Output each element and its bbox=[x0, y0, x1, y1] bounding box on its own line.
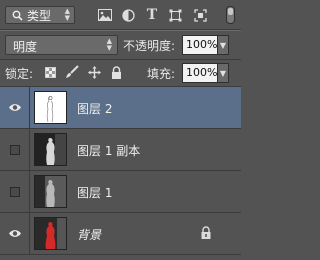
spinner-arrows-icon: ▲ ▼ bbox=[106, 37, 112, 52]
lock-icon bbox=[201, 226, 211, 239]
hidden-visibility-box bbox=[9, 186, 20, 197]
layer-thumbnail[interactable] bbox=[34, 175, 67, 208]
text-layer-filter-icon[interactable]: T bbox=[143, 6, 161, 24]
search-icon bbox=[10, 10, 24, 21]
opacity-label: 不透明度: bbox=[123, 39, 176, 53]
layer-row[interactable]: 图层 1 bbox=[0, 171, 241, 213]
blend-mode-select[interactable]: 明度 ▲ ▼ bbox=[5, 35, 118, 55]
filter-toggle-switch[interactable] bbox=[226, 6, 235, 24]
eye-icon bbox=[8, 104, 21, 111]
layer-row[interactable]: 背景 bbox=[0, 213, 241, 255]
lock-label: 锁定: bbox=[5, 67, 34, 81]
layer-name[interactable]: 图层 1 副本 bbox=[77, 142, 140, 159]
visibility-toggle[interactable] bbox=[0, 87, 30, 128]
opacity-dropdown-button[interactable]: ▼ bbox=[218, 35, 229, 55]
layer-row[interactable]: 图层 1 副本 bbox=[0, 129, 241, 171]
hidden-visibility-box bbox=[9, 144, 20, 155]
layer-thumbnail[interactable] bbox=[34, 91, 67, 124]
fill-label: 填充: bbox=[147, 67, 176, 81]
visibility-toggle[interactable] bbox=[0, 171, 30, 212]
layer-name[interactable]: 背景 bbox=[77, 226, 101, 243]
shape-layer-filter-icon[interactable] bbox=[166, 6, 184, 24]
spinner-arrows-icon: ▲ ▼ bbox=[64, 7, 70, 22]
fill-input[interactable]: 100% bbox=[182, 63, 218, 83]
pixel-layer-filter-icon[interactable] bbox=[96, 6, 114, 24]
lock-image-pixels-brush-icon[interactable] bbox=[64, 64, 80, 80]
opacity-input[interactable]: 100% bbox=[182, 35, 218, 55]
lock-all-icon[interactable] bbox=[108, 64, 124, 80]
layer-name[interactable]: 图层 1 bbox=[77, 184, 112, 201]
visibility-toggle[interactable] bbox=[0, 129, 30, 170]
layer-thumbnail[interactable] bbox=[34, 133, 67, 166]
divider bbox=[0, 59, 241, 60]
blend-mode-value: 明度 bbox=[13, 40, 38, 54]
layers-list: 图层 2 图层 1 副本 图层 1 背景 bbox=[0, 87, 241, 260]
lock-position-move-icon[interactable] bbox=[86, 64, 102, 80]
visibility-toggle[interactable] bbox=[0, 213, 30, 254]
smart-object-filter-icon[interactable] bbox=[191, 6, 209, 24]
divider bbox=[0, 30, 241, 31]
lock-transparent-pixels-icon[interactable] bbox=[42, 64, 58, 80]
fill-dropdown-button[interactable]: ▼ bbox=[218, 63, 229, 83]
eye-icon bbox=[8, 230, 21, 237]
adjustment-layer-filter-icon[interactable] bbox=[119, 6, 137, 24]
filter-type-label: 类型 bbox=[27, 8, 52, 23]
layer-name[interactable]: 图层 2 bbox=[77, 100, 112, 117]
layer-row[interactable]: 图层 2 bbox=[0, 87, 241, 129]
layer-thumbnail[interactable] bbox=[34, 217, 67, 250]
layer-filter-select[interactable]: 类型 ▲ ▼ bbox=[5, 6, 75, 24]
